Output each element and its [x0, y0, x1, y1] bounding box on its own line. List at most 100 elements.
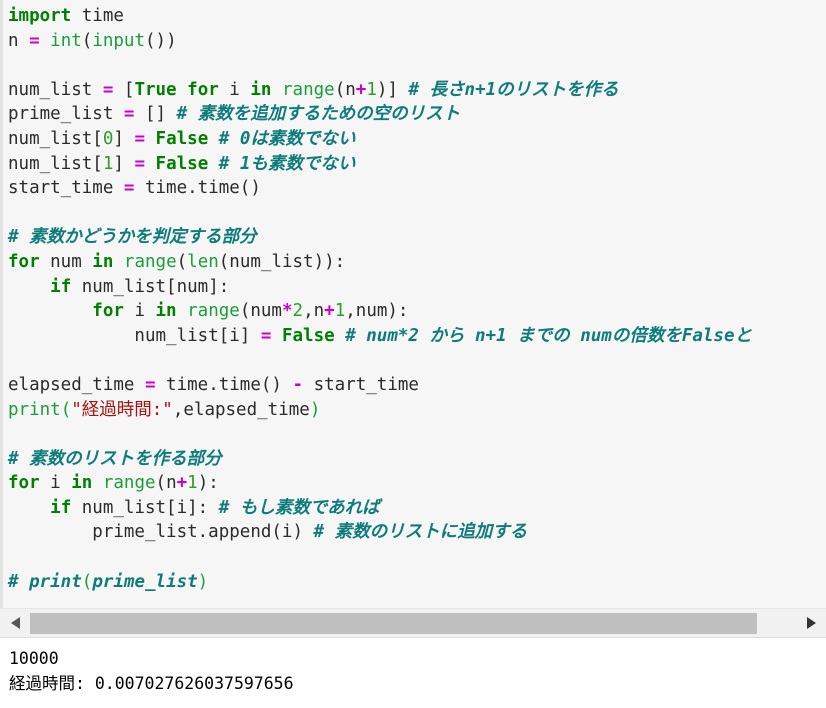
code-line: num_list[1] = False # 1も素数でない: [8, 152, 826, 177]
code-token: ,n: [303, 301, 325, 322]
code-token: +: [176, 473, 188, 494]
code-token: 1: [102, 153, 114, 174]
code-token: (: [60, 399, 72, 420]
code-line: # print(prime_list): [8, 570, 826, 595]
code-line: if num_list[num]:: [8, 275, 826, 300]
code-token: n: [8, 30, 30, 51]
code-output-panel: import time n = int(input()) num_list = […: [0, 0, 826, 708]
code-token: =: [29, 30, 40, 51]
code-token: ]: [113, 153, 135, 174]
code-token: (num_list)):: [218, 251, 346, 272]
code-token: ,num):: [345, 301, 409, 322]
code-token: (n: [334, 79, 356, 100]
code-token: (num: [239, 301, 282, 322]
code-editor-cell[interactable]: import time n = int(input()) num_list = […: [0, 0, 826, 608]
code-token: # 0は素数でない: [218, 128, 356, 149]
code-token: (: [81, 30, 93, 51]
code-token: for: [92, 301, 124, 322]
code-token: # num*2 から n+1 までの numの倍数をFalseと: [345, 325, 752, 346]
code-token: ): [197, 571, 209, 592]
code-token: False: [155, 153, 209, 174]
code-token: in: [155, 301, 177, 322]
code-line: import time: [8, 4, 826, 29]
code-token: # 素数を追加するための空のリスト: [176, 104, 461, 125]
code-token: for: [8, 473, 40, 494]
code-token: "経過時間:": [71, 399, 173, 420]
code-token: input: [92, 30, 146, 51]
code-token: num_list[: [8, 153, 103, 174]
code-token: prime_list: [92, 571, 198, 592]
horizontal-scrollbar[interactable]: [0, 608, 826, 638]
code-token: num_list[: [8, 128, 103, 149]
code-token: 1: [334, 301, 346, 322]
code-token: range: [187, 301, 240, 322]
scrollbar-left-arrow-button[interactable]: [2, 609, 28, 637]
code-token: for: [8, 251, 40, 272]
code-token: (n: [155, 473, 177, 494]
triangle-right-icon: [806, 617, 816, 629]
code-token: print: [29, 571, 82, 592]
code-token: import: [8, 6, 72, 26]
code-token: # 長さn+1のリストを作る: [408, 79, 619, 100]
code-token: )]: [376, 79, 409, 100]
code-token: elapsed_time: [8, 374, 145, 395]
code-token: ): [309, 399, 321, 420]
code-token: i: [218, 79, 251, 100]
code-token: =: [134, 153, 145, 174]
scrollbar-thumb[interactable]: [30, 613, 757, 634]
code-token: =: [260, 325, 272, 346]
code-token: time.time(): [134, 178, 261, 199]
code-token: =: [134, 128, 145, 149]
code-text[interactable]: import time n = int(input()) num_list = […: [8, 4, 826, 594]
code-token: num_list: [8, 79, 103, 100]
code-token: if: [50, 497, 72, 518]
code-line: # 素数かどうかを判定する部分: [8, 225, 826, 250]
code-token: False: [281, 325, 335, 346]
code-token: (: [81, 571, 93, 592]
scrollbar-right-arrow-button[interactable]: [798, 609, 824, 637]
code-token: +: [355, 79, 367, 100]
code-line: for num in range(len(num_list)):: [8, 250, 826, 275]
scrollbar-track[interactable]: [30, 613, 796, 634]
output-line: 経過時間: 0.007027626037597656: [9, 674, 294, 693]
code-token: ,elapsed_time: [172, 399, 310, 420]
code-token: +: [324, 301, 335, 322]
code-line: n = int(input()): [8, 29, 826, 54]
output-line: 10000: [9, 649, 59, 668]
code-token: #: [8, 571, 30, 592]
code-token: i: [123, 301, 156, 322]
code-line: print("経過時間:",elapsed_time): [8, 398, 826, 423]
code-token: ):: [197, 473, 219, 494]
code-token: range: [102, 473, 156, 494]
code-token: num: [39, 251, 93, 272]
code-token: (: [176, 251, 188, 272]
code-token: start_time: [8, 178, 124, 199]
code-token: print: [8, 399, 61, 420]
code-token: i: [39, 473, 72, 494]
code-token: 2: [292, 301, 304, 322]
code-line: if num_list[i]: # もし素数であれば: [8, 496, 826, 521]
code-token: in: [92, 251, 114, 272]
code-token: num_list[i]: [8, 325, 261, 346]
code-line: num_list[i] = False # num*2 から n+1 までの n…: [8, 324, 826, 349]
code-token: 1: [366, 79, 377, 100]
code-token: # もし素数であれば: [218, 497, 380, 518]
code-token: ]: [113, 128, 135, 149]
code-line: # 素数のリストを作る部分: [8, 447, 826, 472]
code-token: []: [134, 104, 177, 125]
code-token: num_list[i]:: [71, 497, 219, 518]
